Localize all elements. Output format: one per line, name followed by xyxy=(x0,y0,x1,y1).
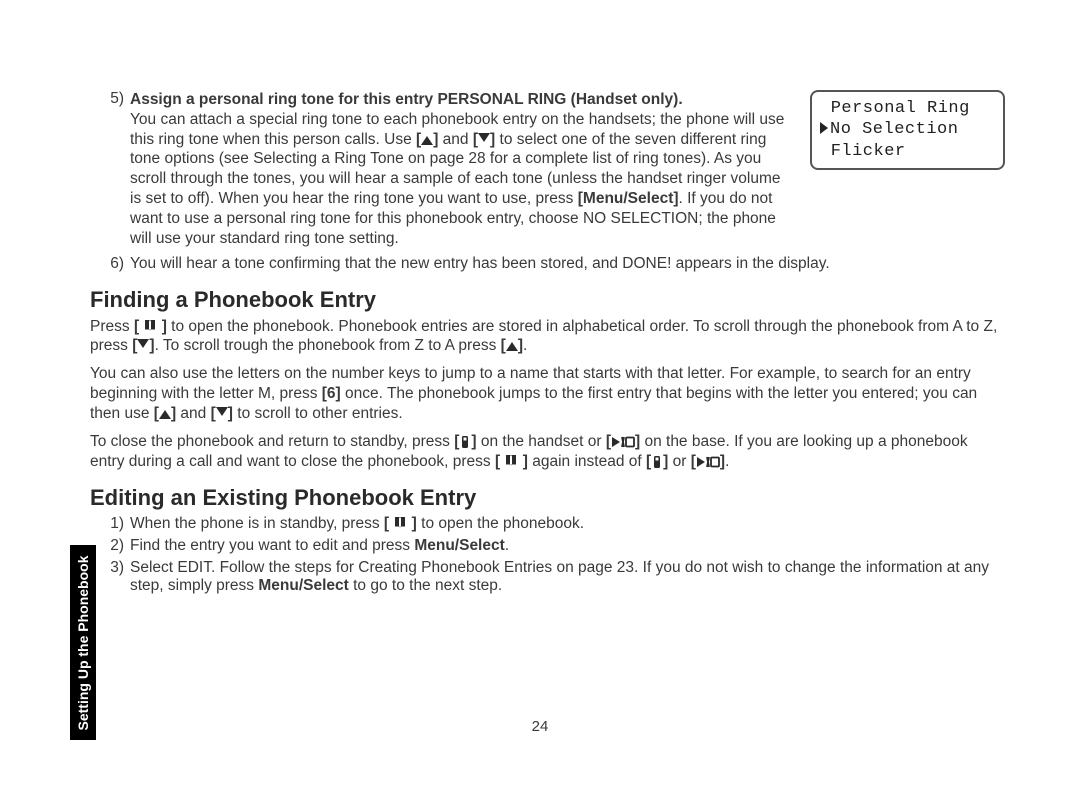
end-call-icon xyxy=(459,435,471,449)
bracket-close: ] xyxy=(157,318,166,335)
list-number: 1) xyxy=(90,515,130,533)
play-stop-icon xyxy=(611,436,635,448)
bracket-close: ] xyxy=(518,453,527,470)
menu-select-label: Menu/Select xyxy=(414,537,504,554)
phonebook-icon xyxy=(504,454,518,468)
edit-step-3: 3) Select EDIT. Follow the steps for Cre… xyxy=(90,559,1005,595)
side-tab-label: Setting Up the Phonebook xyxy=(75,555,91,730)
list-number: 2) xyxy=(90,537,130,555)
end-call-icon xyxy=(651,455,663,469)
down-arrow-icon xyxy=(137,339,149,348)
list-number: 3) xyxy=(90,559,130,595)
text: Press xyxy=(90,318,134,335)
phonebook-icon xyxy=(143,319,157,333)
step-6-text: You will hear a tone confirming that the… xyxy=(130,255,1005,273)
phonebook-icon xyxy=(393,516,407,530)
up-arrow-icon xyxy=(506,342,518,351)
up-arrow-icon xyxy=(159,410,171,419)
side-tab: Setting Up the Phonebook xyxy=(70,545,96,740)
page-number: 24 xyxy=(0,718,1080,735)
text: to scroll to other entries. xyxy=(233,405,403,422)
text: to open the phonebook. xyxy=(417,515,584,532)
page-content: 5) Assign a personal ring tone for this … xyxy=(90,90,1005,599)
text: . To scroll trough the phonebook from Z … xyxy=(155,337,501,354)
step-5: 5) Assign a personal ring tone for this … xyxy=(90,90,1005,249)
finding-p1: Press [ ] to open the phonebook. Phonebo… xyxy=(90,317,1005,357)
text: To close the phonebook and return to sta… xyxy=(90,433,454,450)
list-number: 5) xyxy=(90,90,130,249)
step-6: 6) You will hear a tone confirming that … xyxy=(90,255,1005,273)
list-number: 6) xyxy=(90,255,130,273)
cursor-icon xyxy=(820,122,828,134)
bracket-close: ] xyxy=(407,515,416,532)
text: When the phone is in standby, press xyxy=(130,515,384,532)
down-arrow-icon xyxy=(478,133,490,142)
menu-select-label: [Menu/Select] xyxy=(578,190,679,207)
step-5-title: Assign a personal ring tone for this ent… xyxy=(130,90,792,110)
lcd-line-2: No Selection xyxy=(820,119,995,140)
text: again instead of xyxy=(528,453,646,470)
edit-step-1: 1) When the phone is in standby, press [… xyxy=(90,515,1005,533)
lcd-display: Personal Ring No Selection Flicker xyxy=(810,90,1005,170)
text: . xyxy=(725,453,729,470)
finding-heading: Finding a Phonebook Entry xyxy=(90,287,1005,313)
text: on the handset or xyxy=(477,433,606,450)
text: or xyxy=(668,453,690,470)
key-6: [6] xyxy=(322,385,341,402)
editing-heading: Editing an Existing Phonebook Entry xyxy=(90,485,1005,511)
text: and xyxy=(176,405,210,422)
lcd-line-1: Personal Ring xyxy=(820,98,995,119)
play-stop-icon xyxy=(696,456,720,468)
edit-step-2: 2) Find the entry you want to edit and p… xyxy=(90,537,1005,555)
text: Find the entry you want to edit and pres… xyxy=(130,537,414,554)
finding-p2: You can also use the letters on the numb… xyxy=(90,364,1005,423)
down-arrow-icon xyxy=(216,407,228,416)
bracket-open: [ xyxy=(134,318,143,335)
lcd-line-2-text: No Selection xyxy=(830,120,958,139)
text: . xyxy=(505,537,509,554)
step-5-text-b: and xyxy=(438,131,472,148)
text: . xyxy=(523,337,527,354)
menu-select-label: Menu/Select xyxy=(258,577,348,594)
text: to go to the next step. xyxy=(349,577,502,594)
lcd-line-3: Flicker xyxy=(820,141,995,162)
finding-p3: To close the phonebook and return to sta… xyxy=(90,432,1005,472)
bracket-open: [ xyxy=(384,515,393,532)
bracket-open: [ xyxy=(495,453,504,470)
up-arrow-icon xyxy=(421,136,433,145)
